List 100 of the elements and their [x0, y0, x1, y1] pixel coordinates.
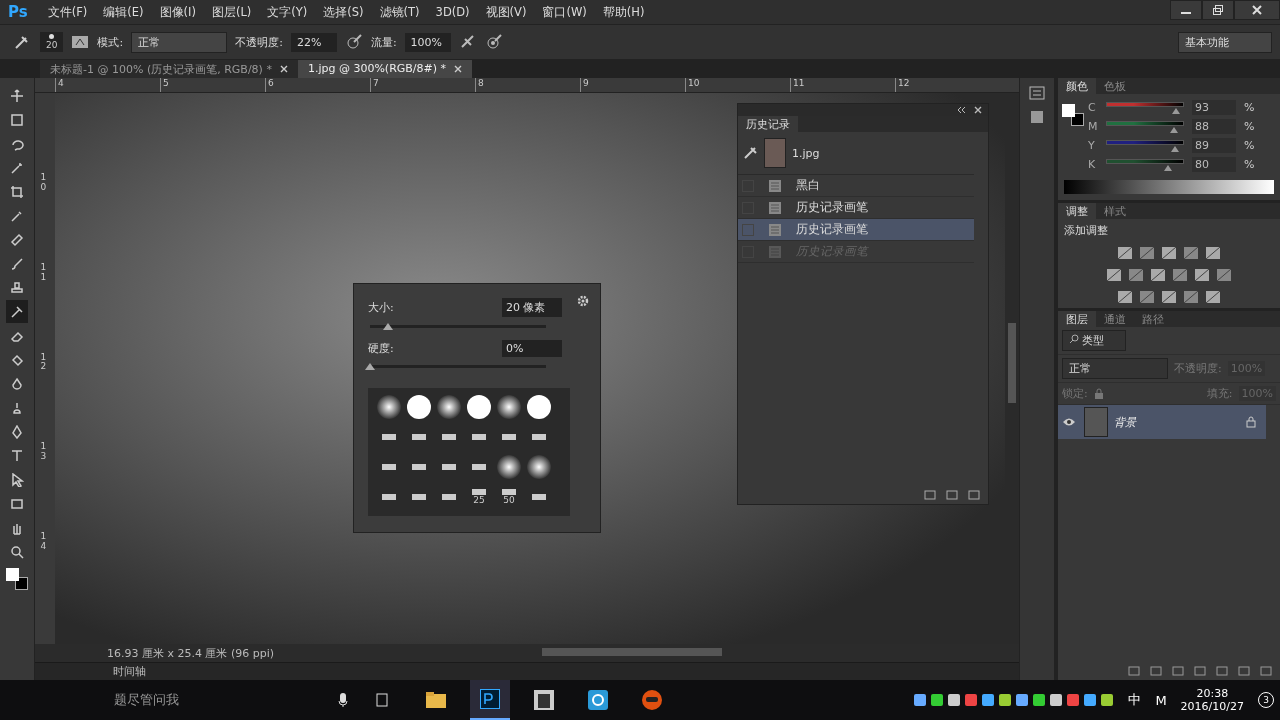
adjustment-icon[interactable] — [1205, 290, 1221, 304]
snapshot-name[interactable]: 1.jpg — [792, 146, 820, 160]
history-state[interactable]: 黑白 — [738, 175, 974, 197]
search-field[interactable]: 题尽管问我 — [114, 691, 324, 709]
adjustment-icon[interactable] — [1106, 268, 1122, 282]
pressure-icon[interactable] — [344, 34, 363, 50]
lock-icon[interactable] — [1093, 387, 1104, 400]
layer-action-icon[interactable] — [1128, 666, 1140, 676]
minimize-icon[interactable] — [1170, 0, 1202, 20]
adjustment-icon[interactable] — [1194, 268, 1210, 282]
scrollbar-thumb[interactable] — [542, 648, 723, 656]
menu-item[interactable]: 帮助(H) — [594, 4, 653, 20]
clock-date[interactable]: 2016/10/27 — [1180, 700, 1244, 713]
layer-action-icon[interactable] — [1150, 666, 1162, 676]
adjustment-icon[interactable] — [1139, 246, 1155, 260]
workspace-dropdown[interactable]: 基本功能 — [1178, 31, 1272, 53]
panel-tab[interactable]: 颜色 — [1058, 78, 1096, 94]
layer-action-icon[interactable] — [1172, 666, 1184, 676]
slider-thumb[interactable] — [1170, 145, 1179, 152]
document-tab[interactable]: 1.jpg @ 300%(RGB/8#) * — [297, 60, 473, 78]
settings-icon[interactable] — [576, 294, 590, 308]
history-state[interactable]: 历史记录画笔 — [738, 219, 974, 241]
flow-field[interactable]: 100% — [404, 32, 451, 52]
history-action-icon[interactable] — [924, 490, 936, 500]
timeline-label[interactable]: 时间轴 — [113, 664, 146, 679]
properties-panel-icon[interactable] — [1029, 110, 1045, 124]
panel-tab[interactable]: 样式 — [1096, 203, 1134, 219]
channel-color-bar[interactable] — [1106, 139, 1184, 145]
collapse-icon[interactable] — [957, 106, 966, 114]
layer-action-icon[interactable] — [1238, 666, 1250, 676]
clock-time[interactable]: 20:38 — [1196, 687, 1229, 700]
panel-tab[interactable]: 色板 — [1096, 78, 1134, 94]
menu-item[interactable]: 文字(Y) — [259, 4, 316, 20]
close-icon[interactable] — [974, 106, 982, 114]
brush-panel-icon[interactable] — [71, 34, 90, 50]
blend-mode-dropdown[interactable]: 正常 — [1062, 358, 1168, 379]
layer-filter-dropdown[interactable]: 类型 — [1062, 330, 1126, 351]
opacity-field[interactable]: 22% — [290, 32, 337, 52]
tray-icons[interactable] — [914, 692, 1115, 708]
color-ramp[interactable] — [1064, 180, 1274, 194]
hardness-field[interactable]: 0% — [502, 340, 562, 357]
tablet-pressure-icon[interactable] — [484, 34, 503, 50]
layer-row[interactable]: 背景 — [1058, 405, 1266, 439]
hardness-slider-thumb[interactable] — [365, 363, 375, 370]
channel-value-field[interactable]: 80 — [1192, 157, 1236, 172]
history-action-icon[interactable] — [946, 490, 958, 500]
panel-tab[interactable]: 调整 — [1058, 203, 1096, 219]
channel-color-bar[interactable] — [1106, 120, 1184, 126]
brush-preset[interactable]: 50 — [494, 484, 524, 510]
layer-action-icon[interactable] — [1216, 666, 1228, 676]
menu-item[interactable]: 视图(V) — [477, 4, 535, 20]
adjustment-icon[interactable] — [1183, 290, 1199, 304]
slider-thumb[interactable] — [1169, 126, 1178, 133]
brush-size-picker[interactable]: 20 — [40, 32, 64, 52]
menu-item[interactable]: 图层(L) — [203, 4, 260, 20]
menu-item[interactable]: 窗口(W) — [534, 4, 595, 20]
history-action-icon[interactable] — [968, 490, 980, 500]
panel-tab[interactable]: 路径 — [1134, 311, 1172, 327]
panel-tab[interactable]: 图层 — [1058, 311, 1096, 327]
menu-item[interactable]: 选择(S) — [315, 4, 372, 20]
adjustment-icon[interactable] — [1150, 268, 1166, 282]
adjustment-icon[interactable] — [1117, 246, 1133, 260]
panel-tab[interactable]: 通道 — [1096, 311, 1134, 327]
channel-value-field[interactable]: 88 — [1192, 119, 1236, 134]
ime-mode-indicator[interactable]: M — [1155, 692, 1167, 708]
menu-item[interactable]: 编辑(E) — [95, 4, 152, 20]
adjustment-icon[interactable] — [1161, 246, 1177, 260]
menu-item[interactable]: 图像(I) — [151, 4, 204, 20]
adjustment-icon[interactable] — [1128, 268, 1144, 282]
adjustment-icon[interactable] — [1216, 268, 1232, 282]
adjustment-icon[interactable] — [1172, 268, 1188, 282]
slider-thumb[interactable] — [1172, 107, 1181, 114]
color-swatches-icon[interactable] — [6, 568, 28, 590]
brush-preset[interactable]: 25 — [464, 484, 494, 510]
ime-indicator[interactable]: 中 — [1128, 691, 1142, 709]
adjustment-icon[interactable] — [1117, 290, 1133, 304]
menu-item[interactable]: 3D(D) — [427, 5, 478, 19]
microphone-icon[interactable] — [338, 692, 348, 708]
slider-thumb[interactable] — [1164, 164, 1173, 171]
adjustment-icon[interactable] — [1139, 290, 1155, 304]
document-tab[interactable]: 未标题-1 @ 100% (历史记录画笔, RGB/8) * — [40, 60, 298, 78]
app-logo[interactable]: Ps — [0, 3, 40, 21]
color-swatches-icon[interactable] — [1062, 104, 1084, 126]
adjustment-icon[interactable] — [1205, 246, 1221, 260]
mode-dropdown[interactable]: 正常 — [131, 31, 228, 53]
photoshop-app-icon[interactable] — [470, 680, 510, 720]
size-field[interactable]: 20 像素 — [502, 298, 562, 317]
layer-action-icon[interactable] — [1194, 666, 1206, 676]
menu-item[interactable]: 文件(F) — [39, 4, 96, 20]
channel-color-bar[interactable] — [1106, 101, 1184, 107]
close-icon[interactable] — [1234, 0, 1280, 20]
adjustment-icon[interactable] — [1183, 246, 1199, 260]
channel-value-field[interactable]: 93 — [1192, 100, 1236, 115]
adjustment-icon[interactable] — [1161, 290, 1177, 304]
channel-value-field[interactable]: 89 — [1192, 138, 1236, 153]
panel-tab[interactable]: 历史记录 — [738, 116, 798, 132]
size-slider-thumb[interactable] — [382, 323, 393, 330]
history-brush-source-icon[interactable] — [744, 147, 758, 159]
scrollbar-thumb[interactable] — [1008, 323, 1016, 403]
layer-action-icon[interactable] — [1260, 666, 1272, 676]
